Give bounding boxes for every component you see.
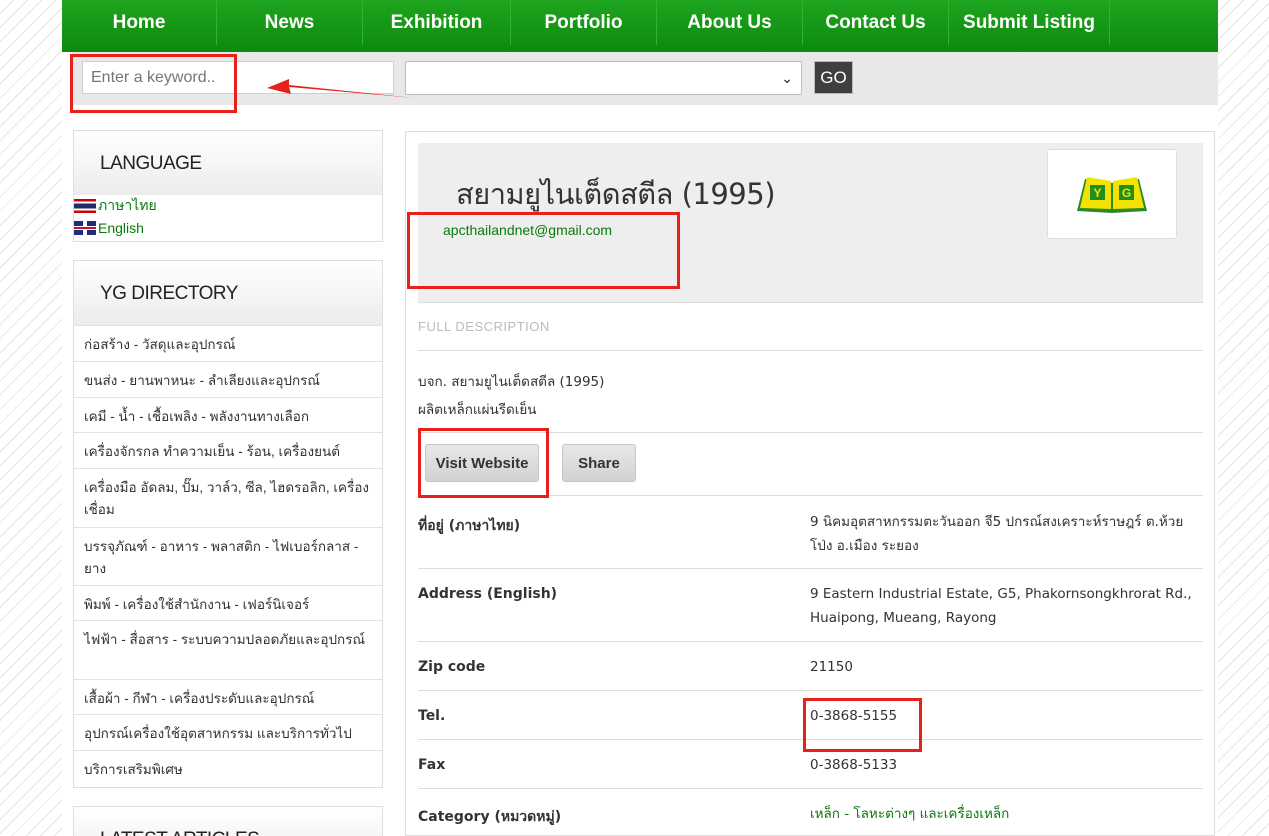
share-button[interactable]: Share [562,444,636,482]
detail-value: 0-3868-5133 [810,757,898,773]
directory-item[interactable]: เสื้อผ้า - กีฬา - เครื่องประดับและอุปกรณ… [74,679,382,714]
search-bar: ⌄ GO [72,52,1218,105]
nav-exhibition[interactable]: Exhibition [363,0,511,45]
nav-contact-us[interactable]: Contact Us [803,0,949,45]
lang-thai-label: ภาษาไทย [98,197,157,213]
detail-label: Tel. [418,708,446,724]
detail-value: 9 Eastern Industrial Estate, G5, Phakorn… [810,586,1192,626]
directory-item[interactable]: อุปกรณ์เครื่องใช้อุตสาหกรรม และบริการทั่… [74,714,382,750]
detail-value: 0-3868-5155 [810,708,898,724]
detail-label: Category (หมวดหมู่) [418,809,562,825]
description-line: บจก. สยามยูไนเต็ดสตีล (1995) [418,374,605,390]
thai-flag-icon [74,199,96,213]
listing-header: สยามยูไนเต็ดสตีล (1995) apcthailandnet@g… [418,143,1203,303]
divider [418,432,1203,433]
directory-item[interactable]: ไฟฟ้า - สื่อสาร - ระบบความปลอดภัยและอุปก… [74,620,382,679]
detail-row-tel: Tel. 0-3868-5155 [418,690,1203,739]
directory-title: YG DIRECTORY [74,261,382,325]
lang-english[interactable]: English [74,217,382,239]
detail-label: Zip code [418,659,486,675]
language-panel: LANGUAGE ภาษาไทย English [73,130,383,242]
svg-text:Y: Y [1093,186,1101,200]
book-logo-icon: Y G [1077,177,1147,213]
divider [418,350,1203,351]
visit-website-button[interactable]: Visit Website [425,444,539,482]
category-select[interactable]: ⌄ [405,61,802,95]
listing-main: สยามยูไนเต็ดสตีล (1995) apcthailandnet@g… [405,131,1215,836]
keyword-input[interactable] [82,61,394,94]
directory-item[interactable]: เครื่องมือ อัดลม, ปั๊ม, วาล์ว, ซีล, ไฮดร… [74,468,382,527]
nav-home[interactable]: Home [62,0,217,45]
lang-thai[interactable]: ภาษาไทย [74,195,382,217]
nav-about-us[interactable]: About Us [657,0,803,45]
directory-item[interactable]: พิมพ์ - เครื่องใช้สำนักงาน - เฟอร์นิเจอร… [74,585,382,620]
detail-row-address-thai: ที่อยู่ (ภาษาไทย) 9 นิคมอุตสาหกรรมตะวันอ… [418,495,1203,568]
directory-item[interactable]: ขนส่ง - ยานพาหนะ - ลำเลียงและอุปกรณ์ [74,361,382,397]
detail-label: Fax [418,757,446,773]
lang-english-label: English [98,220,144,236]
language-title: LANGUAGE [74,131,382,195]
go-button[interactable]: GO [814,61,853,94]
page-wrapper: Home News Exhibition Portfolio About Us … [62,0,1218,836]
description-line: ผลิตเหล็กแผ่นรีดเย็น [418,402,537,418]
directory-item[interactable]: ก่อสร้าง - วัสดุและอุปกรณ์ [74,325,382,361]
nav-submit-listing[interactable]: Submit Listing [949,0,1110,45]
latest-articles-title: LATEST ARTICLES [74,807,382,836]
detail-row-address-english: Address (English) 9 Eastern Industrial E… [418,568,1203,641]
full-description-label: FULL DESCRIPTION [418,319,550,334]
uk-flag-icon [74,221,96,235]
company-email-link[interactable]: apcthailandnet@gmail.com [443,222,612,238]
detail-row-zip: Zip code 21150 [418,641,1203,690]
company-name: สยามยูไนเต็ดสตีล (1995) [456,177,776,211]
latest-articles-panel: LATEST ARTICLES [73,806,383,836]
detail-label: Address (English) [418,586,558,602]
directory-item[interactable]: เคมี - น้ำ - เชื้อเพลิง - พลังงานทางเลือ… [74,397,382,432]
main-nav: Home News Exhibition Portfolio About Us … [62,0,1218,52]
nav-portfolio[interactable]: Portfolio [511,0,657,45]
nav-news[interactable]: News [217,0,363,45]
detail-label: ที่อยู่ (ภาษาไทย) [418,518,521,534]
detail-value: 21150 [810,659,853,675]
directory-item[interactable]: บรรจุภัณฑ์ - อาหาร - พลาสติก - ไฟเบอร์กล… [74,527,382,585]
company-logo: Y G [1047,149,1177,239]
category-link[interactable]: เหล็ก - โลหะต่างๆ และเครื่องเหล็ก [810,802,1205,826]
detail-row-category: Category (หมวดหมู่) เหล็ก - โลหะต่างๆ แล… [418,788,1203,836]
chevron-down-icon: ⌄ [781,70,793,86]
svg-text:G: G [1122,186,1131,200]
detail-value: 9 นิคมอุตสาหกรรมตะวันออก จี5 ปกรณ์สงเครา… [810,514,1184,554]
directory-item[interactable]: บริการเสริมพิเศษ [74,750,382,785]
detail-row-fax: Fax 0-3868-5133 [418,739,1203,788]
directory-panel: YG DIRECTORY ก่อสร้าง - วัสดุและอุปกรณ์ … [73,260,383,788]
directory-item[interactable]: เครื่องจักรกล ทำความเย็น - ร้อน, เครื่อง… [74,432,382,468]
